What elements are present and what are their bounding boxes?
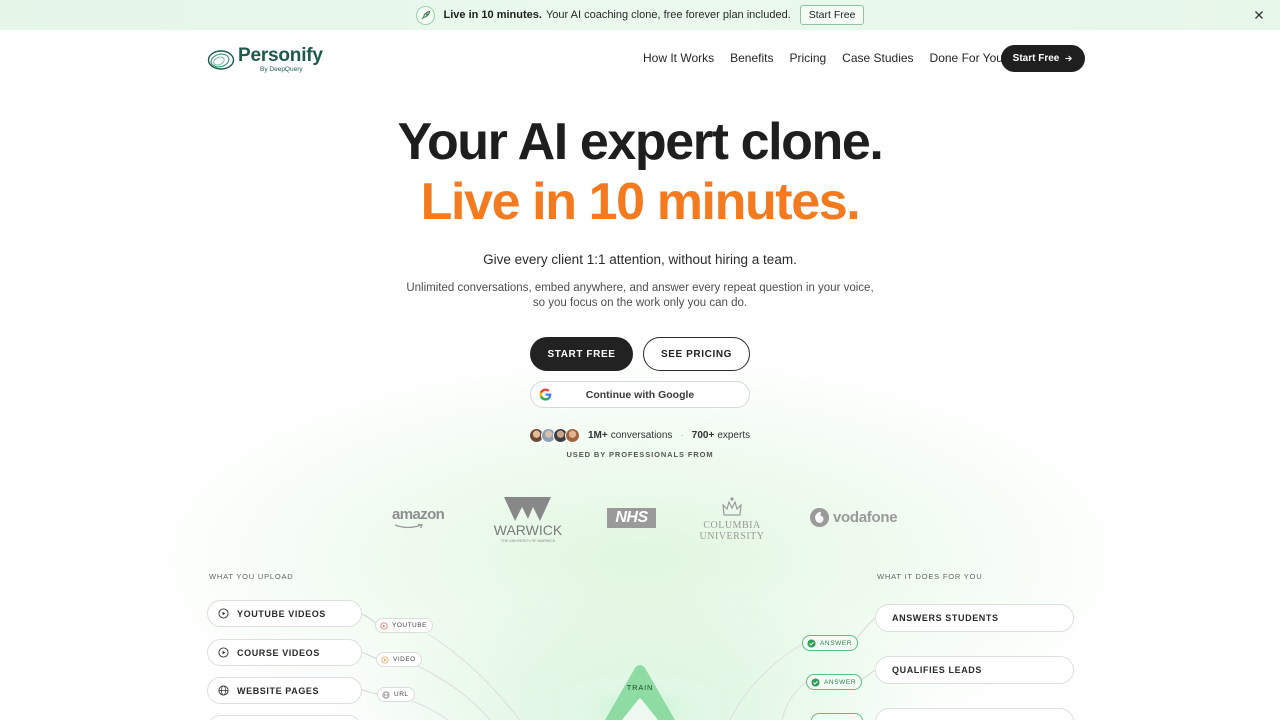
vodafone-wordmark: vodafone [833, 509, 898, 526]
upload-item-label: YOUTUBE VIDEOS [237, 608, 326, 619]
crown-icon [722, 497, 742, 516]
separator-dot: · [680, 429, 684, 441]
check-circle-icon [807, 638, 816, 648]
announcement-bar: Live in 10 minutes. Your AI coaching clo… [0, 0, 1280, 30]
social-proof: 1M+ conversations · 700+ experts [529, 427, 750, 443]
train-label: TRAIN [626, 683, 654, 692]
announcement-strong: Live in 10 minutes. [443, 9, 542, 21]
hero-title-line2: Live in 10 minutes. [420, 173, 861, 231]
outcome-item-partial[interactable] [875, 708, 1074, 720]
hero-title: Your AI expert clone. Live in 10 minutes… [0, 112, 1280, 232]
brand-name: Personify [238, 45, 323, 66]
amazon-wordmark: amazon [392, 506, 445, 523]
outcome-qualifies-leads[interactable]: QUALIFIES LEADS [875, 656, 1074, 684]
check-circle-icon [811, 677, 820, 687]
nav-start-free-button[interactable]: Start Free [1001, 45, 1085, 72]
announcement-message: Your AI coaching clone, free forever pla… [545, 9, 791, 21]
rocket-icon [415, 5, 435, 25]
warwick-wordmark: WARWICK [494, 522, 563, 538]
upload-item-label: WEBSITE PAGES [237, 685, 320, 696]
columbia-logo: COLUMBIA UNIVERSITY [698, 495, 766, 543]
globe-icon [218, 685, 229, 696]
nav-link-done-for-you[interactable]: Done For You [930, 51, 1003, 65]
nav-link-benefits[interactable]: Benefits [730, 51, 773, 65]
outcome-section-label: WHAT IT DOES FOR YOU [877, 572, 983, 581]
upload-item-partial[interactable] [207, 715, 362, 720]
outcome-answers-students[interactable]: ANSWERS STUDENTS [875, 604, 1074, 632]
conversations-label: conversations [610, 429, 673, 441]
used-by-label: USED BY PROFESSIONALS FROM [566, 450, 714, 459]
answer-tag-label: ANSWER [824, 678, 857, 686]
hero-subtext-line2: so you focus on the work only you can do… [532, 297, 748, 309]
experts-count: 700+ [691, 429, 715, 441]
upload-item-course-videos[interactable]: COURSE VIDEOS [207, 639, 362, 666]
google-button-label: Continue with Google [585, 388, 695, 401]
nav-link-how-it-works[interactable]: How It Works [643, 51, 714, 65]
upload-item-website-pages[interactable]: WEBSITE PAGES [207, 677, 362, 704]
conversations-count: 1M+ [588, 429, 608, 441]
arrow-right-icon [1065, 55, 1073, 62]
vodafone-logo: vodafone [809, 507, 898, 528]
avatar-group [529, 427, 580, 443]
continue-with-google-button[interactable]: Continue with Google [530, 381, 750, 408]
amazon-logo: amazon [392, 506, 445, 529]
warwick-crest-icon: WARWICK THE UNIVERSITY OF WARWICK [494, 497, 563, 543]
amazon-smile-icon [394, 524, 423, 529]
upload-item-youtube-videos[interactable]: YOUTUBE VIDEOS [207, 600, 362, 627]
play-icon [218, 608, 229, 619]
answer-tag: ANSWER [806, 674, 863, 690]
nav-link-pricing[interactable]: Pricing [789, 51, 826, 65]
vodafone-mark-icon [809, 507, 830, 528]
outcome-label: ANSWERS STUDENTS [892, 613, 999, 623]
hero-subtext: Unlimited conversations, embed anywhere,… [0, 281, 1280, 311]
globe-icon [382, 690, 390, 699]
answer-tag-label: ANSWER [820, 639, 853, 647]
client-logos: amazon WARWICK THE UNIVERSITY OF WARWICK… [0, 490, 1280, 545]
video-icon [381, 655, 389, 664]
experts-label: experts [717, 429, 751, 441]
play-icon [218, 647, 229, 658]
personify-logo-icon [207, 50, 235, 70]
nhs-logo: NHS [607, 508, 656, 528]
start-free-button[interactable]: START FREE [530, 337, 633, 371]
brand-logo[interactable]: Personify By DeepQuery [207, 45, 323, 73]
warwick-logo: WARWICK THE UNIVERSITY OF WARWICK [493, 495, 563, 543]
upload-section-label: WHAT YOU UPLOAD [209, 572, 294, 581]
hero-title-line1: Your AI expert clone. [397, 113, 884, 171]
google-icon [539, 388, 552, 401]
tag-label: YOUTUBE [392, 622, 427, 629]
top-navigation: Personify By DeepQuery How It Works Bene… [0, 30, 1280, 88]
answer-tag-partial [811, 713, 863, 720]
brand-byline: By DeepQuery [260, 66, 303, 73]
hero-subhead: Give every client 1:1 attention, without… [483, 252, 797, 267]
youtube-icon [380, 621, 388, 630]
outcome-label: QUALIFIES LEADS [892, 665, 983, 675]
nav-link-case-studies[interactable]: Case Studies [842, 51, 913, 65]
upload-item-label: COURSE VIDEOS [237, 647, 320, 658]
nav-links: How It Works Benefits Pricing Case Studi… [643, 51, 1003, 65]
columbia-line2: UNIVERSITY [699, 531, 765, 542]
tag-video: VIDEO [376, 652, 422, 667]
nav-start-free-label: Start Free [1012, 53, 1060, 64]
avatar [565, 427, 580, 443]
tag-youtube: YOUTUBE [375, 618, 433, 633]
announcement-start-free-button[interactable]: Start Free [799, 5, 865, 25]
tag-label: URL [394, 691, 409, 698]
tag-label: VIDEO [393, 656, 416, 663]
hero-subtext-line1: Unlimited conversations, embed anywhere,… [406, 282, 874, 294]
close-icon[interactable] [1252, 8, 1266, 22]
warwick-subtitle: THE UNIVERSITY OF WARWICK [501, 539, 556, 543]
answer-tag: ANSWER [802, 635, 859, 651]
tag-url: URL [377, 687, 415, 702]
columbia-line1: COLUMBIA [703, 520, 761, 531]
see-pricing-button[interactable]: SEE PRICING [643, 337, 750, 371]
